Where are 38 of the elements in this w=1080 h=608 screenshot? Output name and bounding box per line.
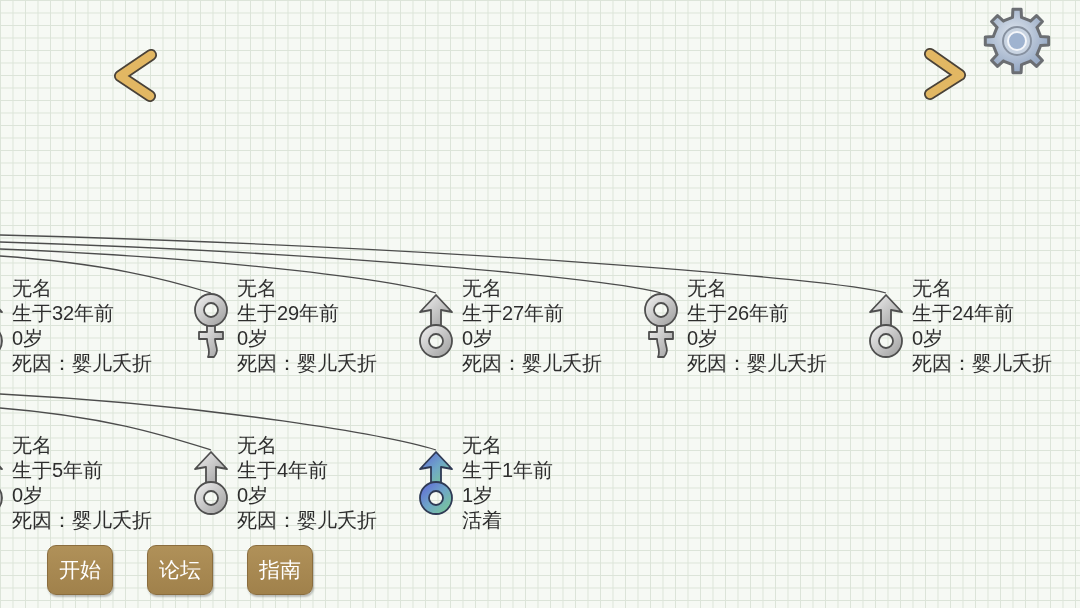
birth-text: 生于32年前 [12, 301, 116, 326]
member-name: 无名 [462, 433, 503, 458]
birth-text: 生于24年前 [912, 301, 1016, 326]
age-text: 0岁 [912, 326, 945, 351]
birth-text: 生于4年前 [237, 458, 330, 483]
age-text: 0岁 [237, 483, 270, 508]
member-name: 无名 [912, 276, 953, 301]
member-name: 无名 [12, 276, 53, 301]
menu-button[interactable]: 指南 [247, 545, 313, 595]
death-cause-text: 死因：婴儿夭折 [12, 351, 152, 376]
death-cause-text: 死因：婴儿夭折 [462, 351, 602, 376]
age-text: 0岁 [687, 326, 720, 351]
left-chevron-icon[interactable] [112, 48, 158, 103]
birth-text: 生于5年前 [12, 458, 105, 483]
death-cause-text: 死因：婴儿夭折 [12, 508, 152, 533]
menu-button[interactable]: 开始 [47, 545, 113, 595]
death-cause-text: 死因：婴儿夭折 [237, 351, 377, 376]
age-text: 0岁 [12, 483, 45, 508]
status-text: 活着 [462, 508, 503, 533]
birth-text: 生于27年前 [462, 301, 566, 326]
member-name: 无名 [462, 276, 503, 301]
menu-button[interactable]: 论坛 [147, 545, 213, 595]
death-cause-text: 死因：婴儿夭折 [237, 508, 377, 533]
age-text: 0岁 [12, 326, 45, 351]
birth-text: 生于26年前 [687, 301, 791, 326]
age-text: 1岁 [462, 483, 495, 508]
death-cause-text: 死因：婴儿夭折 [687, 351, 827, 376]
birth-text: 生于1年前 [462, 458, 554, 483]
settings-icon[interactable] [982, 7, 1052, 75]
member-name: 无名 [237, 276, 278, 301]
right-chevron-icon[interactable] [923, 47, 967, 101]
age-text: 0岁 [237, 326, 270, 351]
age-text: 0岁 [462, 326, 495, 351]
death-cause-text: 死因：婴儿夭折 [912, 351, 1052, 376]
member-name: 无名 [687, 276, 728, 301]
member-name: 无名 [237, 433, 278, 458]
member-name: 无名 [12, 433, 53, 458]
birth-text: 生于29年前 [237, 301, 341, 326]
